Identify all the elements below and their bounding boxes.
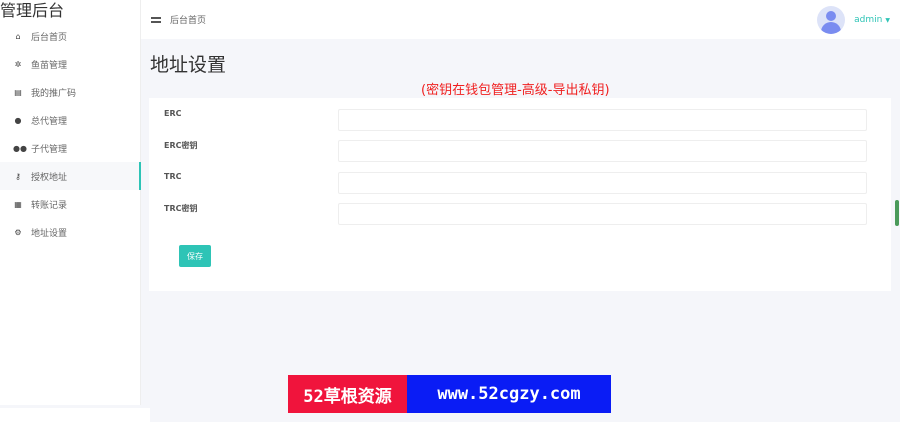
sidebar-item-home[interactable]: ⌂ 后台首页 <box>0 22 140 50</box>
users-icon: ●● <box>13 143 27 153</box>
sidebar-item-label: 后台首页 <box>31 32 68 43</box>
user-icon: ● <box>14 115 22 125</box>
field-label: TRC <box>164 172 182 181</box>
sidebar-item-label: 我的推广码 <box>31 88 77 99</box>
scrollbar[interactable] <box>895 200 899 226</box>
save-button[interactable]: 保存 <box>179 245 211 267</box>
menu-icon[interactable] <box>151 16 161 23</box>
document-icon: ▤ <box>14 87 22 97</box>
watermark-right: www.52cgzy.com <box>407 375 611 413</box>
sidebar-item-label: 鱼苗管理 <box>31 60 68 71</box>
erc-input[interactable] <box>338 109 867 131</box>
sidebar-item-sub-agents[interactable]: ●● 子代管理 <box>0 134 140 162</box>
breadcrumb[interactable]: 后台首页 <box>170 13 206 26</box>
sidebar-item-label: 转账记录 <box>31 200 68 211</box>
sidebar-item-authorized-addresses[interactable]: ⚷ 授权地址 <box>0 162 141 190</box>
key-icon: ⚷ <box>15 171 21 181</box>
home-icon: ⌂ <box>15 31 21 41</box>
sidebar-item-label: 子代管理 <box>31 144 68 155</box>
sidebar-item-label: 总代管理 <box>31 116 68 127</box>
watermark-left: 52草根资源 <box>288 375 407 413</box>
sidebar-item-agents[interactable]: ● 总代管理 <box>0 106 140 134</box>
username: admin <box>854 15 883 25</box>
user-menu[interactable]: admin ▼ <box>817 6 890 34</box>
watermark-banner: 52草根资源 www.52cgzy.com <box>288 375 611 413</box>
avatar <box>817 6 846 34</box>
erc-key-input[interactable] <box>338 140 867 162</box>
address-form: ERC ERC密钥 TRC TRC密钥 保存 <box>149 98 891 291</box>
sidebar: 管理后台 ⌂ 后台首页 ✲ 鱼苗管理 ▤ 我的推广码 ● 总代管理 ●● 子代管理 ⚷ 授权… <box>0 0 141 405</box>
sidebar-item-address-settings[interactable]: ⚙ 地址设置 <box>0 218 140 246</box>
sidebar-item-transfers[interactable]: ▦ 转账记录 <box>0 190 140 218</box>
caret-down-icon: ▼ <box>885 16 890 24</box>
list-icon: ▦ <box>14 199 22 209</box>
page-title: 地址设置 <box>150 54 227 76</box>
app-title: 管理后台 <box>0 1 65 20</box>
sidebar-item-label: 授权地址 <box>31 172 68 183</box>
key-hint: (密钥在钱包管理-高级-导出私钥) <box>421 83 610 98</box>
field-label: ERC <box>164 109 182 118</box>
form-row-trc: TRC <box>149 172 891 194</box>
settings-icon: ⚙ <box>14 227 22 237</box>
header: 后台首页 admin ▼ <box>141 0 900 39</box>
fish-icon: ✲ <box>14 59 22 69</box>
footer-strip <box>0 408 150 422</box>
form-row-trc-key: TRC密钥 <box>149 203 891 225</box>
trc-input[interactable] <box>338 172 867 194</box>
sidebar-item-fish[interactable]: ✲ 鱼苗管理 <box>0 50 140 78</box>
field-label: ERC密钥 <box>164 141 198 150</box>
form-row-erc-key: ERC密钥 <box>149 140 891 162</box>
sidebar-item-label: 地址设置 <box>31 228 68 239</box>
sidebar-item-promo-code[interactable]: ▤ 我的推广码 <box>0 78 140 106</box>
field-label: TRC密钥 <box>164 204 198 213</box>
form-row-erc: ERC <box>149 109 891 131</box>
trc-key-input[interactable] <box>338 203 867 225</box>
